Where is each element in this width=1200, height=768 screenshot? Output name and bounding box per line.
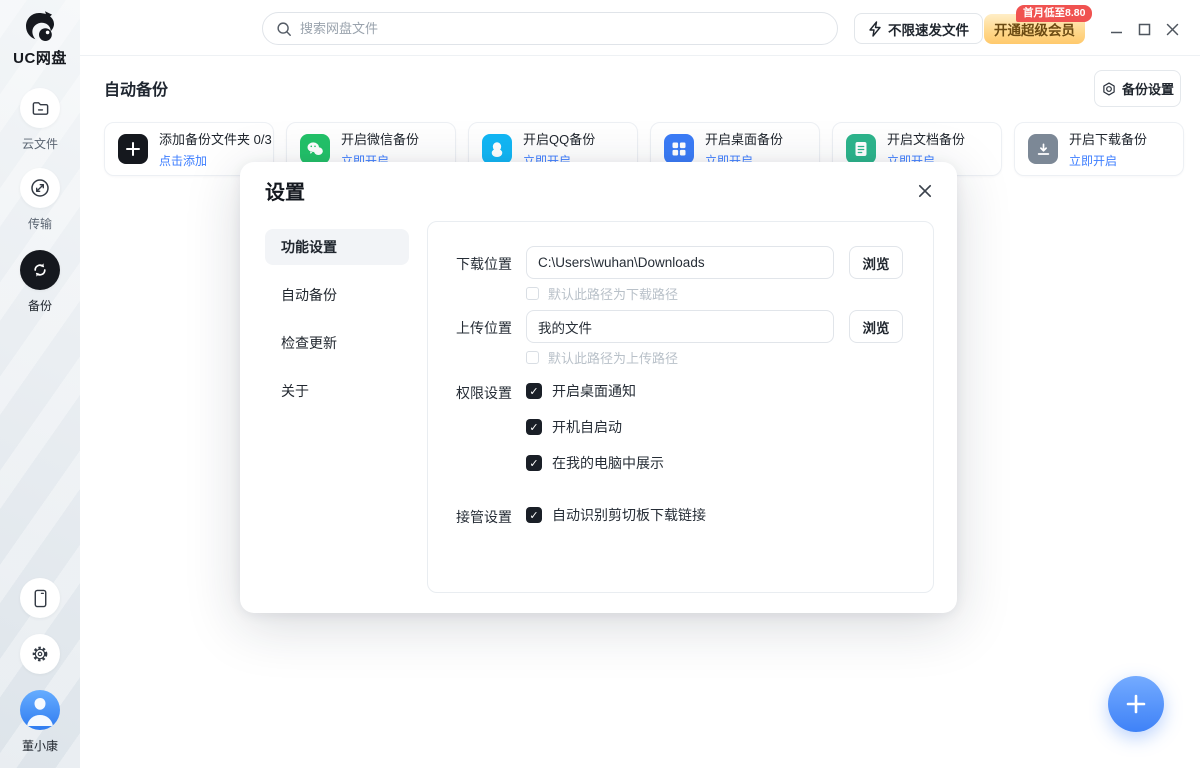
tab-auto-backup[interactable]: 自动备份 xyxy=(265,277,409,313)
card-download-backup[interactable]: 开启下载备份 立即开启 xyxy=(1014,122,1184,176)
upload-default-checkbox-row[interactable]: 默认此路径为上传路径 xyxy=(526,348,678,367)
window-close-button[interactable] xyxy=(1162,19,1182,39)
sidebar-item-mobile[interactable] xyxy=(0,578,80,618)
gear-icon xyxy=(30,644,50,664)
card-title: 开启文档备份 xyxy=(887,129,965,148)
checkbox-checked[interactable]: ✓ xyxy=(526,507,542,523)
checkbox-checked[interactable]: ✓ xyxy=(526,419,542,435)
transfer-icon xyxy=(30,178,50,198)
upload-default-label: 默认此路径为上传路径 xyxy=(548,348,678,367)
backup-settings-button[interactable]: 备份设置 xyxy=(1094,70,1181,107)
checkbox-unchecked[interactable] xyxy=(526,287,539,300)
download-location-label: 下载位置 xyxy=(456,254,512,274)
qq-icon xyxy=(489,141,505,158)
upload-browse-button[interactable]: 浏览 xyxy=(849,310,903,343)
download-default-checkbox-row[interactable]: 默认此路径为下载路径 xyxy=(526,284,678,303)
takeover-settings-label: 接管设置 xyxy=(456,507,512,527)
sidebar-item-settings[interactable] xyxy=(0,634,80,674)
settings-close-button[interactable] xyxy=(914,180,936,202)
settings-dialog: 设置 功能设置 自动备份 检查更新 关于 下载位置 浏览 默认此路径为下载路径 … xyxy=(240,162,957,613)
sidebar-label: 云文件 xyxy=(0,135,80,152)
search-icon xyxy=(276,21,292,37)
fast-send-label: 不限速发文件 xyxy=(888,19,969,39)
tab-about[interactable]: 关于 xyxy=(265,373,409,409)
card-title: 添加备份文件夹 0/3 xyxy=(159,129,272,148)
download-path-input[interactable] xyxy=(526,246,834,279)
sidebar-item-transfer[interactable]: 传输 xyxy=(0,168,80,232)
topbar-divider xyxy=(80,55,1200,56)
sidebar-item-backup[interactable]: 备份 xyxy=(0,250,80,314)
add-fab-button[interactable] xyxy=(1108,676,1164,732)
card-title: 开启微信备份 xyxy=(341,129,419,148)
add-folder-icon xyxy=(125,141,141,157)
settings-panel: 下载位置 浏览 默认此路径为下载路径 上传位置 浏览 默认此路径为上传路径 权限… xyxy=(427,221,934,593)
desktop-notify-checkbox-row[interactable]: ✓ 开启桌面通知 xyxy=(526,381,636,401)
fast-send-button[interactable]: 不限速发文件 xyxy=(854,13,983,44)
search-input[interactable] xyxy=(300,21,824,36)
uc-squirrel-logo-icon xyxy=(22,10,58,44)
vip-promo-badge: 首月低至8.80 xyxy=(1016,5,1092,22)
minimize-icon xyxy=(1110,23,1123,36)
sync-backup-icon xyxy=(30,260,50,280)
close-icon xyxy=(1166,23,1179,36)
document-icon xyxy=(854,141,868,157)
app-window: UC网盘 云文件 传输 xyxy=(0,0,1200,768)
checkbox-checked[interactable]: ✓ xyxy=(526,455,542,471)
sidebar: UC网盘 云文件 传输 xyxy=(0,0,80,768)
sidebar-user[interactable]: 董小康 xyxy=(0,690,80,754)
person-icon xyxy=(20,690,60,730)
maximize-icon xyxy=(1138,23,1151,36)
phone-icon xyxy=(32,589,49,608)
card-title: 开启下载备份 xyxy=(1069,129,1147,148)
user-name: 董小康 xyxy=(0,737,80,754)
settings-dialog-title: 设置 xyxy=(265,176,305,205)
sidebar-item-cloud-files[interactable]: 云文件 xyxy=(0,88,80,152)
close-icon xyxy=(918,184,932,198)
sidebar-label: 传输 xyxy=(0,215,80,232)
avatar xyxy=(20,690,60,730)
sidebar-label: 备份 xyxy=(0,297,80,314)
page-title: 自动备份 xyxy=(104,76,168,100)
card-title: 开启桌面备份 xyxy=(705,129,783,148)
settings-tab-list: 功能设置 自动备份 检查更新 关于 xyxy=(265,229,409,421)
upload-location-label: 上传位置 xyxy=(456,318,512,338)
nut-gear-icon xyxy=(1101,81,1117,97)
search-box xyxy=(262,12,838,45)
upload-path-input[interactable] xyxy=(526,310,834,343)
checkbox-checked[interactable]: ✓ xyxy=(526,383,542,399)
tab-function-settings[interactable]: 功能设置 xyxy=(265,229,409,265)
card-action-link[interactable]: 立即开启 xyxy=(1069,152,1147,169)
download-default-label: 默认此路径为下载路径 xyxy=(548,284,678,303)
clipboard-detect-checkbox-row[interactable]: ✓ 自动识别剪切板下载链接 xyxy=(526,505,706,525)
permission-settings-label: 权限设置 xyxy=(456,383,512,403)
folder-icon xyxy=(31,99,50,118)
window-minimize-button[interactable] xyxy=(1106,19,1126,39)
app-name: UC网盘 xyxy=(0,47,80,68)
backup-settings-label: 备份设置 xyxy=(1122,79,1174,98)
checkbox-unchecked[interactable] xyxy=(526,351,539,364)
download-browse-button[interactable]: 浏览 xyxy=(849,246,903,279)
desktop-icon xyxy=(671,141,687,157)
show-in-my-computer-checkbox-row[interactable]: ✓ 在我的电脑中展示 xyxy=(526,453,664,473)
lightning-icon xyxy=(868,21,882,37)
window-maximize-button[interactable] xyxy=(1134,19,1154,39)
tab-check-update[interactable]: 检查更新 xyxy=(265,325,409,361)
wechat-icon xyxy=(306,141,324,157)
auto-start-checkbox-row[interactable]: ✓ 开机自启动 xyxy=(526,417,622,437)
download-icon xyxy=(1036,142,1051,157)
card-title: 开启QQ备份 xyxy=(523,129,595,148)
app-logo: UC网盘 xyxy=(0,10,80,68)
plus-icon xyxy=(1124,692,1148,716)
